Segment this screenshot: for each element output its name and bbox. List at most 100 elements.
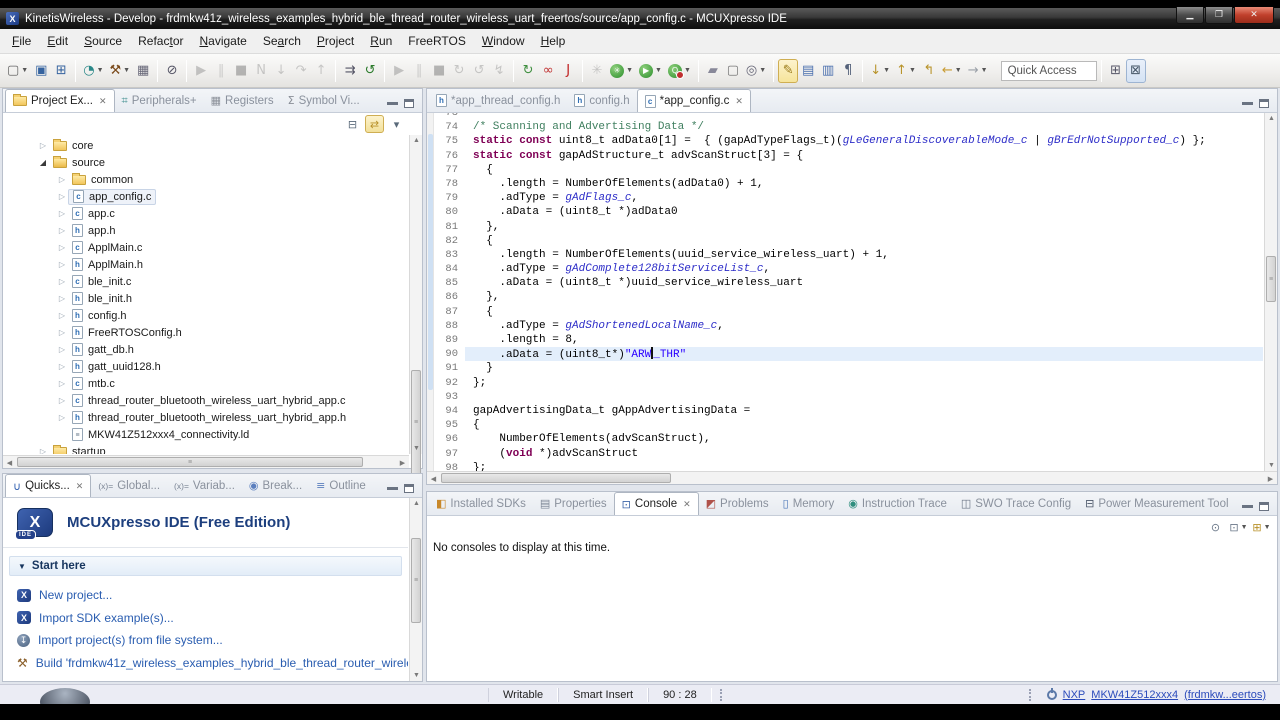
tree-item-source[interactable]: ◢source	[3, 154, 408, 171]
tab-config-h[interactable]: hconfig.h	[567, 89, 636, 112]
open-resource-button[interactable]: ▢	[723, 59, 743, 83]
tab-memory[interactable]: ▯Memory	[776, 492, 842, 515]
tree-item-freertosconfig-h[interactable]: ▷hFreeRTOSConfig.h	[3, 324, 408, 341]
tree-twisty-icon[interactable]: ▷	[56, 226, 68, 235]
back-dropdown-icon[interactable]: ▼	[955, 67, 962, 74]
menu-help[interactable]: Help	[533, 31, 574, 51]
quickstart-link-build-frdmkw41z-wireles[interactable]: ⚒Build 'frdmkw41z_wireless_examples_hybr…	[17, 652, 408, 675]
editor-vscrollbar[interactable]: ▲ ≡ ▼	[1264, 113, 1277, 471]
power-state-icon[interactable]	[1047, 690, 1057, 700]
tree-item-gatt-db-h[interactable]: ▷hgatt_db.h	[3, 341, 408, 358]
new-wizard-button[interactable]: ▢▼	[4, 59, 31, 83]
quickstart-link-import-sdk-example-s[interactable]: XImport SDK example(s)...	[17, 607, 408, 630]
code-line-76[interactable]: 76static const gapAdStructure_t advScanS…	[435, 149, 1263, 163]
code-line-86[interactable]: 86 },	[435, 290, 1263, 304]
tree-twisty-icon[interactable]: ▷	[56, 243, 68, 252]
code-line-83[interactable]: 83 .length = NumberOfElements(uuid_servi…	[435, 248, 1263, 262]
tab-global[interactable]: (x)=Global...	[91, 474, 167, 497]
minimize-button[interactable]: ▁	[1176, 7, 1204, 24]
debug-launch-config-button[interactable]: ◔▼	[80, 59, 106, 83]
build-binary-button[interactable]: ▦	[133, 59, 153, 83]
mark-occurrences-button[interactable]: ▤	[798, 59, 818, 83]
editor-hscrollbar[interactable]: ◀ ▶	[427, 471, 1277, 484]
update-software-button[interactable]: ↻	[518, 59, 538, 83]
menu-edit[interactable]: Edit	[39, 31, 76, 51]
pin-console-button[interactable]: ⊙	[1206, 518, 1225, 536]
tree-item-core[interactable]: ▷core	[3, 137, 408, 154]
tab-installed-sdks[interactable]: ◧Installed SDKs	[429, 492, 533, 515]
red-probe-button[interactable]: J	[558, 59, 578, 83]
tree-item-app-config-c[interactable]: ▷capp_config.c	[3, 188, 408, 205]
tree-item-app-c[interactable]: ▷capp.c	[3, 205, 408, 222]
tree-twisty-icon[interactable]: ▷	[56, 379, 68, 388]
panel-minimize-button[interactable]	[387, 487, 398, 490]
quick-access-box[interactable]: Quick Access	[1001, 61, 1097, 81]
tree-twisty-icon[interactable]: ▷	[56, 294, 68, 303]
quickstart-link-import-project-s-from-f[interactable]: ↧Import project(s) from file system...	[17, 629, 408, 652]
show-whitespace-button[interactable]: ¶	[838, 59, 858, 83]
show-selected-element-button[interactable]: ▥	[818, 59, 838, 83]
terminate-button[interactable]: ■	[231, 59, 251, 83]
open-console-button[interactable]: ⊞▼	[1252, 518, 1271, 536]
restore-button[interactable]: ❐	[1205, 7, 1233, 24]
menu-run[interactable]: Run	[362, 31, 400, 51]
step-into-button[interactable]: ↓	[271, 59, 291, 83]
last-edit-location-button[interactable]: ↰	[919, 59, 939, 83]
tab-properties[interactable]: ▤Properties	[533, 492, 614, 515]
tree-twisty-icon[interactable]: ◢	[37, 158, 49, 167]
tree-item-applmain-c[interactable]: ▷cApplMain.c	[3, 239, 408, 256]
link-with-editor-button[interactable]: ⇄	[365, 115, 384, 133]
display-selected-console-button[interactable]: ⊡▼	[1229, 518, 1248, 536]
display-selected-console-dropdown-icon[interactable]: ▼	[1241, 524, 1248, 531]
build-button[interactable]: ⚒▼	[107, 59, 134, 83]
instruction-stepping-button[interactable]: ⇉	[340, 59, 360, 83]
tree-item-common[interactable]: ▷common	[3, 171, 408, 188]
tab-registers[interactable]: ▦Registers	[204, 89, 281, 112]
tree-twisty-icon[interactable]: ▷	[56, 328, 68, 337]
develop-perspective-button[interactable]: ⊠	[1126, 59, 1146, 83]
tree-twisty-icon[interactable]: ▷	[56, 277, 68, 286]
toggle-highlight-button[interactable]: ✎	[778, 59, 798, 83]
tab-app-thread-config-h[interactable]: h*app_thread_config.h	[429, 89, 567, 112]
tree-item-thread-router-bluetooth-wireless-uart-hybrid-app-c[interactable]: ▷cthread_router_bluetooth_wireless_uart_…	[3, 392, 408, 409]
code-line-85[interactable]: 85 .aData = (uint8_t *)uuid_service_wire…	[435, 276, 1263, 290]
project-tree-vscrollbar[interactable]: ▲ ≡ ▼	[409, 135, 422, 454]
tree-item-mkw41z512xxx4-connectivity-ld[interactable]: ≡MKW41Z512xxx4_connectivity.ld	[3, 426, 408, 443]
tab-swo-trace-config[interactable]: ◫SWO Trace Config	[954, 492, 1078, 515]
tab-app-config-c[interactable]: c*app_config.c✕	[637, 89, 751, 112]
code-line-97[interactable]: 97 (void *)advScanStruct	[435, 447, 1263, 461]
tab-break[interactable]: ◉Break...	[242, 474, 309, 497]
run-button[interactable]: ▶▼	[636, 59, 665, 83]
code-line-94[interactable]: 94gapAdvertisingData_t gAppAdvertisingDa…	[435, 404, 1263, 418]
skip-all-breakpoints-button[interactable]: ⊘	[162, 59, 182, 83]
forward-dropdown-icon[interactable]: ▼	[981, 67, 988, 74]
code-line-79[interactable]: 79 .adType = gAdFlags_c,	[435, 191, 1263, 205]
code-line-82[interactable]: 82 {	[435, 234, 1263, 248]
tree-twisty-icon[interactable]: ▷	[56, 175, 68, 184]
external-tools-button[interactable]: ✳	[587, 59, 607, 83]
search-flashlight-dropdown-icon[interactable]: ▼	[759, 67, 766, 74]
code-line-89[interactable]: 89 .length = 8,	[435, 333, 1263, 347]
panel-maximize-button[interactable]	[404, 484, 414, 493]
code-line-77[interactable]: 77 {	[435, 163, 1263, 177]
tab-variab[interactable]: (x)=Variab...	[167, 474, 242, 497]
code-line-93[interactable]: 93	[435, 390, 1263, 404]
panel-maximize-button[interactable]	[404, 99, 414, 108]
disconnect-button[interactable]: N	[251, 59, 271, 83]
close-tab-icon[interactable]: ✕	[683, 499, 691, 510]
menu-window[interactable]: Window	[474, 31, 533, 51]
next-annotation-dropdown-icon[interactable]: ▼	[883, 67, 890, 74]
menu-search[interactable]: Search	[255, 31, 309, 51]
tab-power-measurement-tool[interactable]: ⊟Power Measurement Tool	[1078, 492, 1235, 515]
suspend-all-button[interactable]: ‖	[409, 59, 429, 83]
project-link[interactable]: (frdmkw...eertos)	[1184, 689, 1266, 701]
code-line-90[interactable]: 90 .aData = (uint8_t*)"ARW_THR"	[435, 347, 1263, 361]
tree-item-ble-init-c[interactable]: ▷cble_init.c	[3, 273, 408, 290]
debug-launch-config-dropdown-icon[interactable]: ▼	[97, 67, 104, 74]
menu-source[interactable]: Source	[76, 31, 130, 51]
tree-twisty-icon[interactable]: ▷	[37, 141, 49, 150]
tab-quicks[interactable]: ∪Quicks...✕	[5, 474, 91, 497]
tab-console[interactable]: ⊡Console✕	[614, 492, 699, 515]
menu-navigate[interactable]: Navigate	[191, 31, 254, 51]
code-line-98[interactable]: 98};	[435, 461, 1263, 471]
